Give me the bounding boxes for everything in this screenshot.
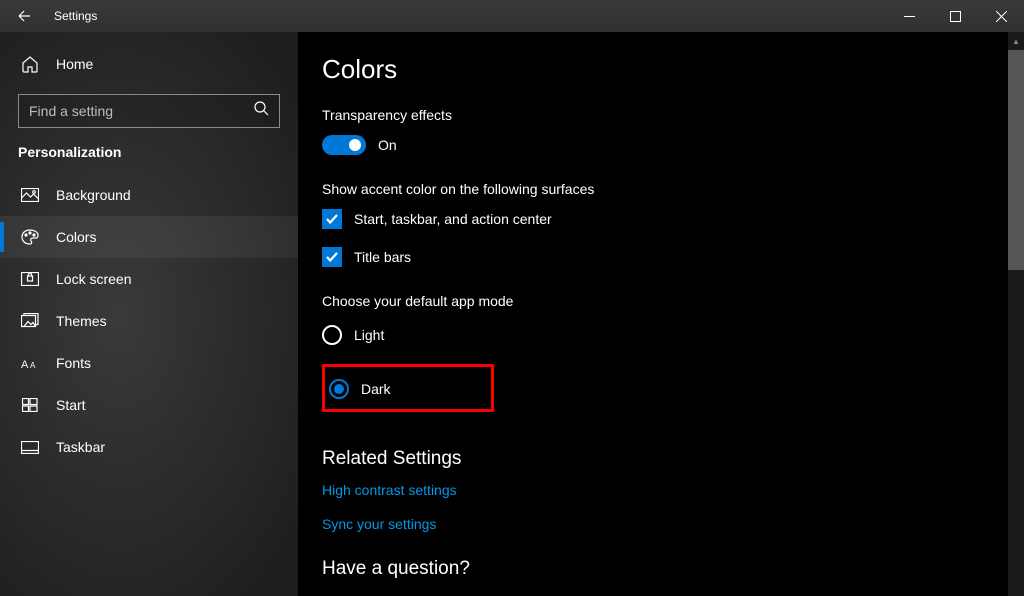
palette-icon (20, 229, 40, 245)
checkbox-icon (322, 247, 342, 267)
minimize-button[interactable] (886, 0, 932, 32)
taskbar-icon (20, 441, 40, 454)
transparency-label: Transparency effects (322, 107, 990, 123)
question-title: Have a question? (322, 558, 990, 580)
start-icon (20, 398, 40, 412)
picture-icon (20, 188, 40, 202)
sidebar-item-label: Start (56, 397, 86, 413)
checkbox-icon (322, 209, 342, 229)
page-title: Colors (322, 54, 990, 85)
sidebar-item-themes[interactable]: Themes (0, 300, 298, 342)
sidebar-item-label: Themes (56, 313, 107, 329)
scrollbar[interactable]: ▲ (1008, 32, 1024, 596)
sidebar-item-colors[interactable]: Colors (0, 216, 298, 258)
search-icon (254, 101, 269, 121)
radio-icon (322, 325, 342, 345)
home-label: Home (56, 56, 93, 72)
window-title: Settings (54, 9, 97, 23)
checkbox-titlebars[interactable]: Title bars (322, 247, 990, 267)
sidebar-item-fonts[interactable]: AA Fonts (0, 342, 298, 384)
highlight-box: Dark (322, 364, 494, 412)
category-title: Personalization (0, 144, 298, 160)
surfaces-label: Show accent color on the following surfa… (322, 181, 990, 197)
search-container (18, 94, 280, 128)
sidebar: Home Personalization Background Colors L… (0, 32, 298, 596)
search-input[interactable] (29, 103, 254, 119)
related-title: Related Settings (322, 448, 990, 470)
scrollbar-thumb[interactable] (1008, 50, 1024, 270)
radio-label: Light (354, 327, 384, 343)
svg-text:A: A (30, 361, 36, 370)
sidebar-item-label: Fonts (56, 355, 91, 371)
maximize-button[interactable] (932, 0, 978, 32)
home-icon (20, 55, 40, 73)
link-sync-settings[interactable]: Sync your settings (322, 516, 990, 532)
search-box[interactable] (18, 94, 280, 128)
sidebar-item-start[interactable]: Start (0, 384, 298, 426)
svg-text:A: A (21, 359, 29, 370)
transparency-state: On (378, 137, 397, 153)
title-bar: Settings (0, 0, 1024, 32)
sidebar-item-lockscreen[interactable]: Lock screen (0, 258, 298, 300)
transparency-toggle-row: On (322, 135, 990, 155)
close-button[interactable] (978, 0, 1024, 32)
themes-icon (20, 313, 40, 329)
content-pane: Colors Transparency effects On Show acce… (298, 32, 1024, 596)
radio-light[interactable]: Light (322, 321, 990, 349)
radio-dark[interactable]: Dark (329, 375, 391, 403)
sidebar-item-taskbar[interactable]: Taskbar (0, 426, 298, 468)
window-controls (886, 0, 1024, 32)
lock-icon (20, 272, 40, 286)
fonts-icon: AA (20, 356, 40, 370)
home-button[interactable]: Home (0, 44, 298, 84)
radio-icon (329, 379, 349, 399)
checkbox-start-taskbar[interactable]: Start, taskbar, and action center (322, 209, 990, 229)
checkbox-label: Title bars (354, 249, 411, 265)
sidebar-item-label: Colors (56, 229, 96, 245)
sidebar-item-label: Taskbar (56, 439, 105, 455)
appmode-label: Choose your default app mode (322, 293, 990, 309)
checkbox-label: Start, taskbar, and action center (354, 211, 552, 227)
link-high-contrast[interactable]: High contrast settings (322, 482, 990, 498)
transparency-toggle[interactable] (322, 135, 366, 155)
sidebar-item-label: Background (56, 187, 131, 203)
sidebar-item-label: Lock screen (56, 271, 131, 287)
back-button[interactable] (0, 0, 48, 32)
scroll-up-icon[interactable]: ▲ (1008, 32, 1024, 50)
radio-label: Dark (361, 381, 391, 397)
sidebar-item-background[interactable]: Background (0, 174, 298, 216)
